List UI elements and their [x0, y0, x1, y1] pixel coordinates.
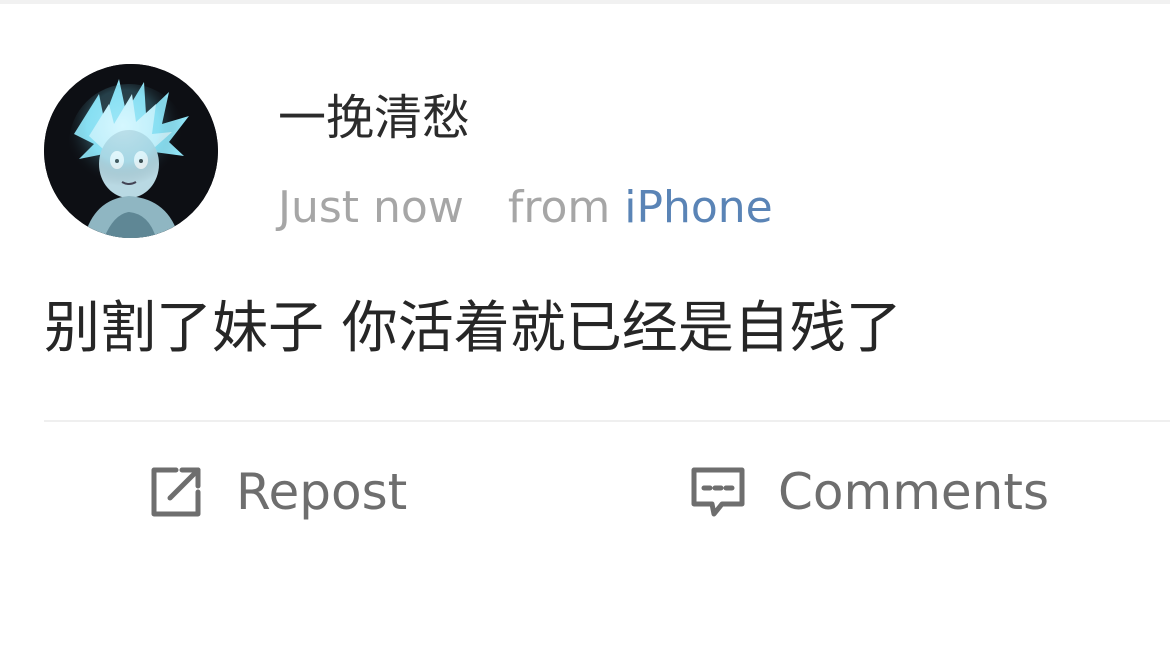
actions-divider	[44, 420, 1170, 422]
avatar[interactable]	[44, 64, 218, 238]
comments-button[interactable]: Comments	[688, 456, 1049, 528]
source-link[interactable]: iPhone	[624, 182, 773, 233]
repost-label: Repost	[236, 463, 408, 521]
weibo-post-card: 一挽清愁 Just now from iPhone 别割了妹子 你活着就已经是自…	[0, 0, 1170, 658]
repost-icon	[146, 462, 206, 522]
post-time: Just now	[278, 182, 464, 233]
repost-button[interactable]: Repost	[146, 456, 407, 528]
comments-label: Comments	[778, 463, 1050, 521]
post-content: 别割了妹子 你活着就已经是自残了	[44, 296, 902, 361]
comment-icon	[688, 462, 748, 522]
username[interactable]: 一挽清愁	[278, 88, 470, 148]
source-prefix: from	[507, 182, 611, 233]
anime-avatar-icon	[44, 64, 218, 238]
post-meta: Just now from iPhone	[278, 180, 773, 236]
